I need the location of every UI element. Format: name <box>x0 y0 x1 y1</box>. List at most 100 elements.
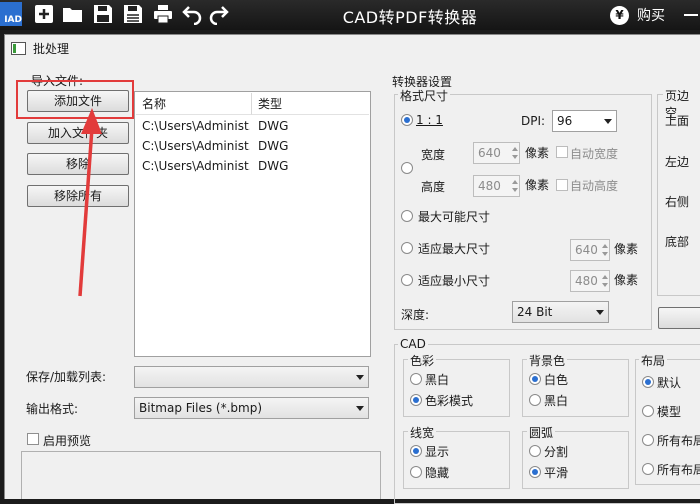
bg-bw-radio[interactable] <box>529 394 541 406</box>
dpi-label: DPI: <box>521 114 546 128</box>
bg-white-label: 白色 <box>544 373 569 387</box>
save-icon[interactable] <box>92 3 116 25</box>
lineweight-title: 线宽 <box>408 424 437 441</box>
yen-icon: ¥ <box>610 5 629 25</box>
dpi-select[interactable]: 96 <box>552 110 617 132</box>
save-as-icon[interactable] <box>122 3 146 25</box>
layout-model-label: 模型 <box>657 405 682 419</box>
spin-up-icon[interactable] <box>512 180 518 184</box>
layout-title: 布局 <box>639 352 668 369</box>
width-label: 宽度 <box>421 148 446 162</box>
auto-height-checkbox[interactable] <box>556 179 568 191</box>
layout-default-radio[interactable] <box>642 376 654 388</box>
depth-select[interactable]: 24 Bit <box>512 301 609 323</box>
lineweight-hide-label: 隐藏 <box>425 466 450 480</box>
app-logo: IAD <box>0 2 22 26</box>
save-load-select[interactable] <box>134 366 369 388</box>
chevron-down-icon <box>356 406 364 411</box>
bg-bw-label: 黑白 <box>544 394 569 408</box>
fit-max-radio[interactable] <box>401 242 413 254</box>
spin-down-icon[interactable] <box>602 283 608 287</box>
margin-apply-button[interactable] <box>658 307 700 329</box>
new-icon[interactable] <box>33 3 57 25</box>
color-mode-radio[interactable] <box>410 394 422 406</box>
arc-split-radio[interactable] <box>529 445 541 457</box>
column-header-type[interactable]: 类型 <box>252 93 369 115</box>
file-list[interactable]: 名称 类型 C:\Users\Administ... DWG C:\Users\… <box>134 91 371 357</box>
auto-width-label: 自动宽度 <box>570 147 619 161</box>
depth-value: 24 Bit <box>517 305 553 319</box>
remove-button[interactable]: 移除 <box>27 153 129 175</box>
arc-smooth-radio[interactable] <box>529 466 541 478</box>
height-field[interactable]: 480 <box>473 175 520 197</box>
remove-all-button[interactable]: 移除所有 <box>27 185 129 207</box>
spin-up-icon[interactable] <box>602 275 608 279</box>
custom-size-radio[interactable] <box>401 162 413 174</box>
file-name: C:\Users\Administ... <box>142 159 250 173</box>
output-format-label: 输出格式: <box>26 402 79 416</box>
layout-all-2-label: 所有布局 <box>657 463 700 477</box>
fit-min-radio[interactable] <box>401 274 413 286</box>
undo-icon[interactable] <box>181 3 205 26</box>
margin-right-label: 右侧 <box>665 195 690 209</box>
color-bw-label: 黑白 <box>425 373 450 387</box>
max-possible-label: 最大可能尺寸 <box>418 210 491 224</box>
redo-icon[interactable] <box>208 3 232 26</box>
fit-min-label: 适应最小尺寸 <box>418 274 491 288</box>
output-format-select[interactable]: Bitmap Files (*.bmp) <box>134 397 369 419</box>
buy-button[interactable]: ¥ 购买 <box>610 4 665 26</box>
layout-all-label: 所有布局 <box>657 434 700 448</box>
arc-smooth-label: 平滑 <box>544 466 569 480</box>
open-folder-icon[interactable] <box>62 3 86 25</box>
dialog-titlebar: 批处理 <box>5 35 700 61</box>
fit-min-unit: 像素 <box>614 273 639 287</box>
batch-dialog: 批处理 导入文件: 添加文件 加入文件夹 移除 移除所有 名称 类型 C:\Us… <box>4 34 700 504</box>
column-header-name[interactable]: 名称 <box>136 93 252 115</box>
print-icon[interactable] <box>152 3 176 25</box>
preview-area <box>21 451 381 499</box>
background-title: 背景色 <box>527 352 568 369</box>
color-bw-radio[interactable] <box>410 373 422 385</box>
fit-max-unit: 像素 <box>614 242 639 256</box>
enable-preview-label: 启用预览 <box>43 434 92 448</box>
enable-preview-checkbox[interactable] <box>27 433 39 445</box>
lineweight-hide-radio[interactable] <box>410 466 422 478</box>
height-unit: 像素 <box>525 178 550 192</box>
max-possible-radio[interactable] <box>401 210 413 222</box>
size-ratio-radio[interactable] <box>401 114 413 126</box>
highlight-box <box>16 80 134 119</box>
format-size-title: 格式尺寸 <box>398 87 451 104</box>
layout-all-radio[interactable] <box>642 434 654 446</box>
dialog-icon <box>11 42 26 55</box>
cad-title: CAD <box>398 337 428 351</box>
color-title: 色彩 <box>408 352 437 369</box>
fit-max-field[interactable]: 640 <box>570 239 610 261</box>
spin-up-icon[interactable] <box>512 147 518 151</box>
spin-down-icon[interactable] <box>512 188 518 192</box>
file-name: C:\Users\Administ... <box>142 119 250 133</box>
file-type: DWG <box>258 119 289 133</box>
spin-up-icon[interactable] <box>602 244 608 248</box>
chevron-down-icon <box>596 310 604 315</box>
layout-model-radio[interactable] <box>642 405 654 417</box>
file-type: DWG <box>258 139 289 153</box>
minimize-icon[interactable] <box>683 4 700 24</box>
app-title: CAD转PDF转换器 <box>342 8 478 27</box>
bg-white-radio[interactable] <box>529 373 541 385</box>
file-type: DWG <box>258 159 289 173</box>
margin-bottom-label: 底部 <box>665 235 690 249</box>
add-folder-button[interactable]: 加入文件夹 <box>27 122 129 144</box>
lineweight-show-radio[interactable] <box>410 445 422 457</box>
chevron-down-icon <box>604 119 612 124</box>
width-value: 640 <box>478 146 501 160</box>
buy-label: 购买 <box>637 8 665 24</box>
auto-width-checkbox[interactable] <box>556 146 568 158</box>
width-field[interactable]: 640 <box>473 142 520 164</box>
fit-min-value: 480 <box>575 274 598 288</box>
spin-down-icon[interactable] <box>602 252 608 256</box>
height-value: 480 <box>478 179 501 193</box>
margin-top-label: 上面 <box>665 114 690 128</box>
layout-all-2-radio[interactable] <box>642 463 654 475</box>
spin-down-icon[interactable] <box>512 155 518 159</box>
fit-min-field[interactable]: 480 <box>570 270 610 292</box>
